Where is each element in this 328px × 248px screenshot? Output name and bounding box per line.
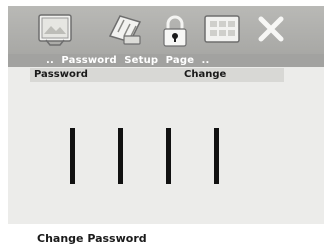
menu-path-bar: .. Password Setup Page .. [8,54,324,67]
icon-bar [8,6,324,54]
password-digits[interactable] [70,128,230,188]
password-digit [214,128,219,184]
password-header-row: Password Change [30,68,284,82]
grid-settings-icon[interactable] [202,12,242,48]
lock-icon[interactable] [160,14,190,50]
audio-settings-icon[interactable] [106,12,146,48]
picture-settings-icon[interactable] [36,12,74,48]
status-text: Change Password [37,232,147,245]
close-icon[interactable] [254,12,288,48]
password-digit [166,128,171,184]
password-digit [118,128,123,184]
change-label[interactable]: Change [184,68,226,82]
menu-path-text: .. Password Setup Page .. [46,55,210,66]
password-digit [70,128,75,184]
password-label: Password [34,69,88,80]
